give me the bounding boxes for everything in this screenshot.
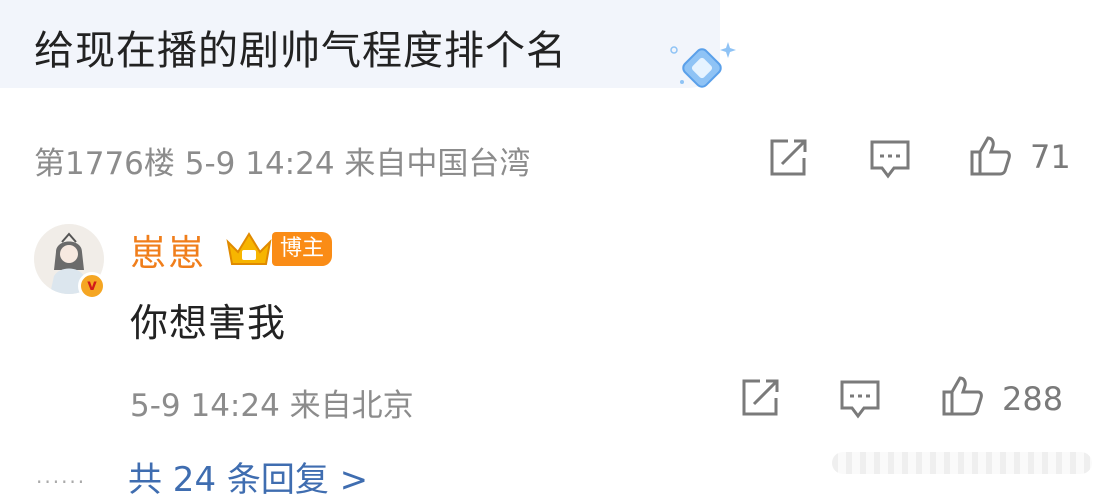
reply-meta: 5-9 14:24 来自北京 (130, 388, 414, 424)
blogger-badge: 博主 (272, 232, 333, 266)
watermark-bar (832, 452, 1092, 474)
reply-comment-icon[interactable] (838, 378, 882, 422)
reply-share-icon[interactable] (738, 376, 782, 420)
reply-author[interactable]: 崽崽 (130, 224, 206, 276)
thumbs-up-icon[interactable] (968, 134, 1012, 178)
reply-text: 你想害我 (130, 301, 287, 345)
reply-like-count: 288 (1002, 380, 1064, 418)
comment-like-count: 71 (1030, 138, 1071, 176)
thread-dots: ······ (36, 470, 87, 494)
comment-icon[interactable] (868, 138, 912, 182)
comment-meta: 第1776楼 5-9 14:24 来自中国台湾 (34, 146, 531, 182)
verified-badge: v (78, 272, 106, 300)
comment-text: 给现在播的剧帅气程度排个名 (34, 28, 567, 74)
more-replies-link[interactable]: 共 24 条回复 > (128, 452, 368, 501)
reply-thumbs-up-icon[interactable] (940, 374, 984, 418)
crown-icon (226, 232, 272, 265)
share-icon[interactable] (766, 136, 810, 180)
diamond-sticker-icon (670, 42, 736, 88)
